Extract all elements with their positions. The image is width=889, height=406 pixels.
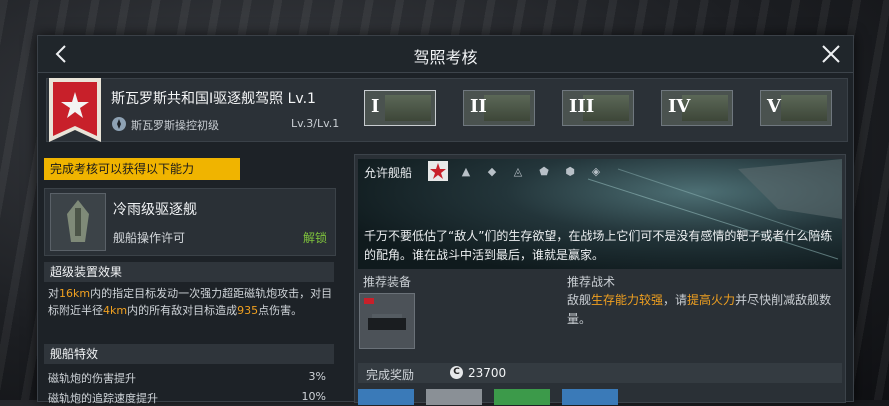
detail-column: 允许舰船 ▲ ◆ ◬ ⬟ ⬢ ◈ 千万不要低估了“敌人”们的生存欲望，在战场上它… xyxy=(354,154,846,405)
class-carrier-icon: ⬢ xyxy=(565,165,575,178)
highlight-text: 16km xyxy=(59,287,91,300)
tier-ship-image xyxy=(781,95,827,121)
super-device-description: 对16km内的指定目标发动一次强力超距磁轨炮攻击，对目标附近半径4km内的所有敌… xyxy=(44,285,334,319)
highlight-text: 提高火力 xyxy=(687,293,736,307)
rank-badge-icon xyxy=(112,117,126,131)
class-frigate-icon: ▲ xyxy=(461,165,471,178)
ship-thumbnail xyxy=(50,193,106,251)
tier-label: I xyxy=(371,96,380,117)
highlight-text: 4km xyxy=(103,304,128,317)
ability-column: 完成考核可以获得以下能力 冷雨级驱逐舰 舰船操作许可 解锁 超级装置效果 对16… xyxy=(44,158,336,405)
tier-tab-4[interactable]: IV xyxy=(661,90,733,126)
reward-item-slot[interactable] xyxy=(562,389,618,405)
reward-item-slot[interactable] xyxy=(426,389,482,405)
tier-ship-image xyxy=(385,95,431,121)
recommended-tactics-label: 推荐战术 xyxy=(567,275,616,289)
trait-value: 10% xyxy=(301,390,326,403)
unlock-status: 解锁 xyxy=(302,231,327,245)
license-header: 斯瓦罗斯共和国I驱逐舰驾照 Lv.1 斯瓦罗斯操控初级 Lv.3/Lv.1 I … xyxy=(46,78,848,142)
tier-label: II xyxy=(470,96,487,117)
title-bar: 驾照考核 xyxy=(38,36,853,73)
reward-item-slot[interactable] xyxy=(358,389,414,405)
description-text: 对 xyxy=(48,287,59,300)
tier-tab-3[interactable]: III xyxy=(562,90,634,126)
highlight-text: 生存能力较强 xyxy=(591,293,664,307)
close-icon[interactable] xyxy=(817,40,845,68)
description-text: 敌舰 xyxy=(567,293,592,307)
trait-name: 磁轨炮的伤害提升 xyxy=(48,372,136,385)
trait-value: 3% xyxy=(308,370,326,383)
ability-header: 完成考核可以获得以下能力 xyxy=(44,158,240,180)
tier-tab-5[interactable]: V xyxy=(760,90,832,126)
railgun-equipment-icon xyxy=(364,298,406,330)
reward-value: 23700 xyxy=(468,366,507,380)
reward-label: 完成奖励 xyxy=(366,368,415,382)
permit-label: 舰船操作许可 xyxy=(113,231,186,245)
tier-tab-2[interactable]: II xyxy=(463,90,535,126)
destroyer-icon xyxy=(67,200,89,242)
highlight-text: 935 xyxy=(237,304,259,317)
level-label: Lv.3/Lv.1 xyxy=(291,117,340,130)
trait-row: 磁轨炮的伤害提升 3% xyxy=(48,370,330,386)
faction-star-icon xyxy=(428,161,448,181)
credit-coin-icon: C xyxy=(450,366,463,379)
page-title: 驾照考核 xyxy=(413,48,478,67)
ship-name: 冷雨级驱逐舰 xyxy=(113,202,197,218)
description-text: 内的所有敌对目标造成 xyxy=(127,304,238,317)
trait-name: 磁轨炮的追踪速度提升 xyxy=(48,392,158,405)
tier-ship-image xyxy=(484,95,530,121)
allowed-ships-label: 允许舰船 xyxy=(364,166,413,180)
tier-tab-1[interactable]: I xyxy=(364,90,436,126)
ship-card[interactable]: 冷雨级驱逐舰 舰船操作许可 解锁 xyxy=(44,188,336,256)
flavor-quote: 千万不要低估了“敌人”们的生存欲望，在战场上它们可不是没有感情的靶子或者什么陪练… xyxy=(364,229,833,262)
reward-bar: 完成奖励 C 23700 xyxy=(358,363,842,383)
class-auxiliary-icon: ◈ xyxy=(591,165,601,178)
description-text: ，请 xyxy=(663,293,688,307)
class-battlecruiser-icon: ⬟ xyxy=(539,165,549,178)
battle-scene-image: 允许舰船 ▲ ◆ ◬ ⬟ ⬢ ◈ 千万不要低估了“敌人”们的生存欲望，在战场上它… xyxy=(358,159,842,269)
license-exam-panel: 驾照考核 斯瓦罗斯共和国I驱逐舰驾照 Lv.1 斯瓦罗斯操控初级 Lv.3/Lv… xyxy=(37,35,854,405)
tier-label: V xyxy=(767,96,781,117)
class-cruiser-icon: ◬ xyxy=(513,165,523,178)
reward-item-slot[interactable] xyxy=(494,389,550,405)
tier-label: IV xyxy=(668,96,691,117)
super-device-header: 超级装置效果 xyxy=(44,262,334,282)
tactic-description: 敌舰生存能力较强，请提高火力并尽快削减敌舰数量。 xyxy=(567,291,839,329)
trait-row: 磁轨炮的追踪速度提升 10% xyxy=(48,390,330,406)
rank-label: 斯瓦罗斯操控初级 xyxy=(131,119,219,132)
class-destroyer-icon: ◆ xyxy=(487,165,497,178)
ship-traits-header: 舰船特效 xyxy=(44,344,334,364)
rank-ribbon-icon xyxy=(49,78,101,142)
tier-label: III xyxy=(569,96,595,117)
equipment-slot[interactable] xyxy=(359,293,415,349)
license-title: 斯瓦罗斯共和国I驱逐舰驾照 Lv.1 xyxy=(111,91,316,107)
description-text: 点伤害。 xyxy=(258,304,303,317)
recommended-equipment-label: 推荐装备 xyxy=(363,275,412,289)
